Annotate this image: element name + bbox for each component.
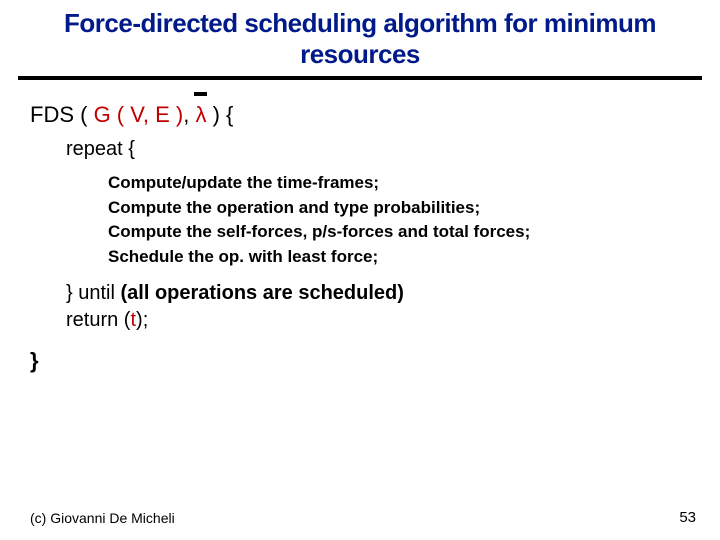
repeat-open: repeat {: [30, 138, 690, 161]
return-line: return (t);: [30, 309, 690, 332]
page-number: 53: [679, 509, 696, 526]
graph-arg: G ( V, E ): [94, 102, 184, 127]
sig-prefix: FDS (: [30, 102, 94, 127]
sig-suffix: ) {: [206, 102, 233, 127]
close-brace: }: [30, 348, 690, 374]
sig-mid: ,: [183, 102, 195, 127]
step-1: Compute/update the time-frames;: [30, 171, 690, 196]
step-2: Compute the operation and type probabili…: [30, 196, 690, 221]
return-suffix: );: [136, 309, 148, 331]
return-prefix: return (: [66, 309, 130, 331]
slide: Force-directed scheduling algorithm for …: [0, 0, 720, 540]
until-line: } until (all operations are scheduled): [30, 282, 690, 305]
step-4: Schedule the op. with least force;: [30, 245, 690, 270]
until-prefix: } until: [66, 282, 120, 304]
function-signature: FDS ( G ( V, E ), λ ) {: [30, 102, 690, 128]
slide-body: FDS ( G ( V, E ), λ ) { repeat { Compute…: [0, 80, 720, 374]
lambda-arg: λ: [195, 102, 206, 128]
step-3: Compute the self-forces, p/s-forces and …: [30, 220, 690, 245]
copyright: (c) Giovanni De Micheli: [30, 510, 175, 526]
slide-title: Force-directed scheduling algorithm for …: [0, 0, 720, 76]
until-condition: (all operations are scheduled): [120, 282, 403, 304]
